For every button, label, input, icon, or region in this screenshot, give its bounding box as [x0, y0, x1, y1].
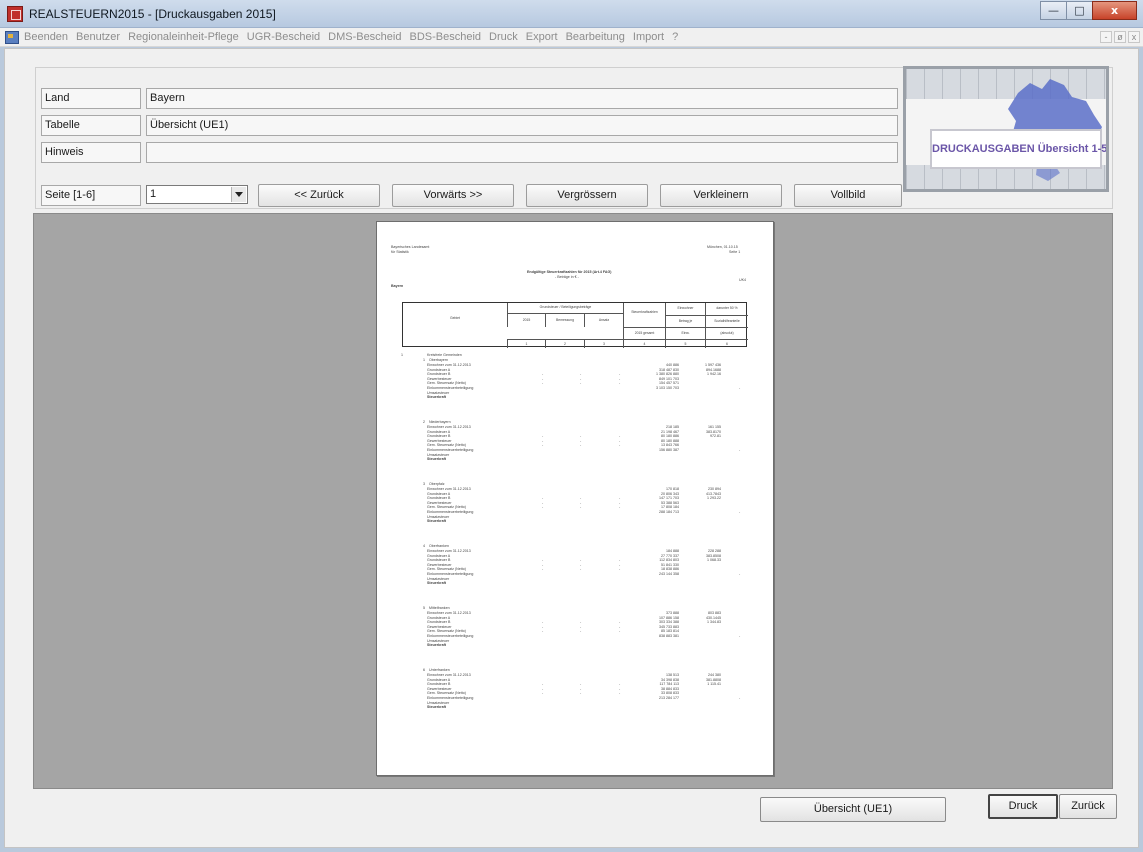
menu-items: Beenden Benutzer Regionaleinheit-Pflege … [24, 31, 678, 43]
app-icon [7, 6, 23, 22]
report-heading-sub: - Beträge in € - [555, 275, 579, 279]
print-button[interactable]: Druck [988, 794, 1058, 819]
col-2015: 2015 [507, 313, 545, 327]
mdi-close-button[interactable]: x [1128, 31, 1140, 43]
region-number: 3 [423, 482, 425, 486]
report-org-line1: Bayerisches Landesamt [391, 245, 430, 249]
print-preview[interactable]: Bayerisches Landesamt für Statistik Münc… [33, 213, 1113, 789]
col-num-6: 6 [705, 339, 748, 348]
col-bemessung: Bemessung [545, 313, 584, 327]
hinweis-value [146, 142, 898, 163]
region-name: Oberpfalz [429, 482, 445, 486]
col-num-2: 2 [545, 339, 584, 348]
tabelle-value: Übersicht (UE1) [146, 115, 898, 136]
land-label: Land [41, 88, 141, 109]
report-date: München, 01.10.15 [707, 245, 738, 249]
region-name: Unterfranken [429, 668, 450, 672]
menu-regionaleinheit-pflege[interactable]: Regionaleinheit-Pflege [128, 31, 239, 43]
report-code: UK4 [739, 278, 746, 282]
menu-druck[interactable]: Druck [489, 31, 518, 43]
col-darunter-sub: Sozialhilfeanteile [705, 315, 748, 327]
col-num-3: 3 [584, 339, 623, 348]
col-einwohner-sub2: Einw. [665, 327, 705, 339]
region-number: 2 [423, 420, 425, 424]
report-page: Bayerisches Landesamt für Statistik Münc… [376, 221, 774, 776]
col-num-4: 4 [623, 339, 665, 348]
mdi-minimize-button[interactable]: - [1100, 31, 1112, 43]
report-page-number: Seite 1 [729, 250, 741, 254]
chevron-down-icon[interactable] [231, 187, 246, 202]
mdi-child-icon[interactable] [5, 31, 19, 44]
menu-bds-bescheid[interactable]: BDS-Bescheid [409, 31, 481, 43]
col-num-1: 1 [507, 339, 545, 348]
client-area: Land Bayern Tabelle Übersicht (UE1) Hinw… [4, 48, 1139, 848]
menu-bearbeitung[interactable]: Bearbeitung [566, 31, 625, 43]
back-close-button[interactable]: Zurück [1059, 794, 1117, 819]
land-value: Bayern [146, 88, 898, 109]
col-einwohner: Einwohner [665, 303, 705, 315]
seite-select-value: 1 [150, 188, 157, 200]
forward-button[interactable]: Vorwärts >> [392, 184, 514, 207]
zoom-out-button[interactable]: Verkleinern [660, 184, 782, 207]
close-button[interactable]: x [1092, 1, 1137, 20]
menu-import[interactable]: Import [633, 31, 664, 43]
mdi-controls: - ø x [1100, 31, 1140, 43]
seite-select[interactable]: 1 [146, 185, 248, 204]
col-steuerkraft-sub: 2015 gesamt [623, 327, 665, 339]
region-number: 6 [423, 668, 425, 672]
hinweis-label: Hinweis [41, 142, 141, 163]
menu-benutzer[interactable]: Benutzer [76, 31, 120, 43]
window-title-bar[interactable]: REALSTEUERN2015 - [Druckausgaben 2015] —… [0, 0, 1143, 28]
zoom-in-button[interactable]: Vergrössern [526, 184, 648, 207]
col-darunter: darunter 50 % [705, 303, 748, 315]
logo-label: DRUCKAUSGABEN Übersicht 1-5 [930, 129, 1106, 169]
col-einwohner-sub: Betrag je [665, 315, 705, 327]
region-name: Oberfranken [429, 544, 449, 548]
minimize-button[interactable]: — [1040, 1, 1067, 20]
mdi-restore-button[interactable]: ø [1114, 31, 1126, 43]
maximize-button[interactable]: □ [1066, 1, 1093, 20]
tabelle-label: Tabelle [41, 115, 141, 136]
region-name: Oberbayern [429, 358, 448, 362]
menu-bar: Beenden Benutzer Regionaleinheit-Pflege … [0, 28, 1143, 47]
logo-panel: DRUCKAUSGABEN Übersicht 1-5 [903, 66, 1109, 192]
col-steuerkraft: Steuerkraftzahlen [623, 303, 665, 327]
region-number: 1 [423, 358, 425, 362]
col-darunter-sub2: (absolut) [705, 327, 748, 339]
region-number: 5 [423, 606, 425, 610]
report-heading: Endgültige Steuerkraftzahlen für 2015 (A… [527, 270, 612, 274]
report-org-line2: für Statistik [391, 250, 409, 254]
window-title: REALSTEUERN2015 - [Druckausgaben 2015] [29, 7, 276, 21]
region-name: Mittelfranken [429, 606, 450, 610]
menu-beenden[interactable]: Beenden [24, 31, 68, 43]
intro-number: 1 [401, 353, 403, 357]
back-button[interactable]: << Zurück [258, 184, 380, 207]
menu-help[interactable]: ? [672, 31, 678, 43]
fullscreen-button[interactable]: Vollbild [794, 184, 902, 207]
col-num-5: 5 [665, 339, 705, 348]
menu-export[interactable]: Export [526, 31, 558, 43]
col-group: Grundsteuer / Beteiligungsbeträge [507, 303, 623, 313]
report-region: Bayern [391, 284, 404, 288]
overview-button[interactable]: Übersicht (UE1) [760, 797, 946, 822]
intro-label: Kreisfreie Gemeinden [427, 353, 462, 357]
region-name: Niederbayern [429, 420, 451, 424]
region-number: 4 [423, 544, 425, 548]
col-gebiet: Gebiet [450, 316, 460, 320]
seite-label: Seite [1-6] [41, 185, 141, 206]
window-controls: — □ x [1040, 1, 1137, 20]
menu-ugr-bescheid[interactable]: UGR-Bescheid [247, 31, 320, 43]
menu-dms-bescheid[interactable]: DMS-Bescheid [328, 31, 401, 43]
report-header-table: Gebiet Grundsteuer / Beteiligungsbeträge… [402, 302, 748, 348]
col-ansatz: Ansatz [584, 313, 623, 327]
